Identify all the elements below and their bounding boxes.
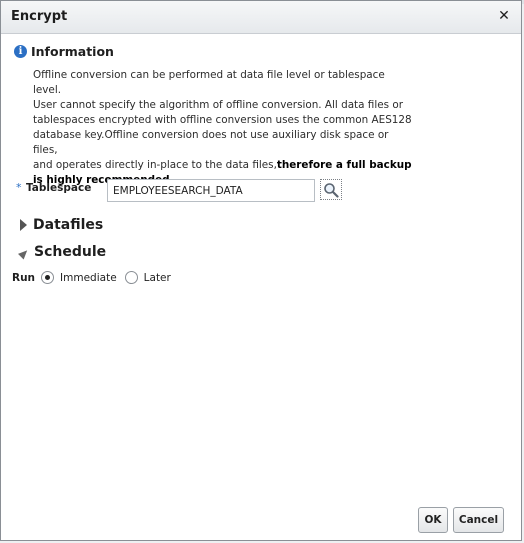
ok-button[interactable]: OK — [418, 507, 448, 533]
run-row: Run Immediate Later — [12, 271, 179, 284]
info-line: tablespaces encrypted with offline conve… — [33, 114, 412, 126]
info-line: and operates directly in-place to the da… — [33, 158, 413, 173]
encrypt-dialog: Encrypt ✕ i Information Offline conversi… — [0, 0, 522, 541]
info-icon: i — [14, 44, 27, 58]
immediate-radio[interactable] — [41, 271, 55, 284]
dialog-body: i Information Offline conversion can be … — [2, 34, 520, 539]
info-line: User cannot specify the algorithm of off… — [33, 99, 403, 111]
immediate-label[interactable]: Immediate — [60, 272, 117, 284]
info-line: database key.Offline conversion does not… — [33, 129, 389, 156]
expand-arrow-icon — [20, 219, 27, 231]
dialog-title: Encrypt — [11, 9, 68, 24]
later-label[interactable]: Later — [144, 272, 171, 284]
information-title: Information — [31, 43, 114, 59]
datafiles-title: Datafiles — [33, 217, 104, 233]
required-marker: * — [16, 181, 22, 194]
search-icon[interactable] — [320, 179, 342, 200]
tablespace-label: Tablespace — [26, 182, 92, 194]
run-label: Run — [12, 271, 36, 284]
information-header: i Information — [14, 42, 114, 60]
info-line: Offline conversion can be performed at d… — [33, 69, 385, 96]
tablespace-input[interactable] — [107, 179, 315, 202]
collapse-arrow-icon — [17, 246, 31, 260]
schedule-section-toggle[interactable]: Schedule — [17, 244, 107, 260]
schedule-title: Schedule — [34, 244, 107, 260]
cancel-button[interactable]: Cancel — [453, 507, 504, 533]
magnifier-icon — [324, 182, 339, 198]
backup-warning-bold: therefore a full backup — [276, 159, 412, 171]
close-icon[interactable]: ✕ — [497, 8, 511, 24]
information-text: Offline conversion can be performed at d… — [33, 68, 413, 188]
datafiles-section-toggle[interactable]: Datafiles — [20, 217, 103, 233]
later-radio[interactable] — [124, 271, 138, 284]
info-line-text: and operates directly in-place to the da… — [33, 159, 277, 171]
dialog-titlebar: Encrypt ✕ — [1, 1, 521, 34]
